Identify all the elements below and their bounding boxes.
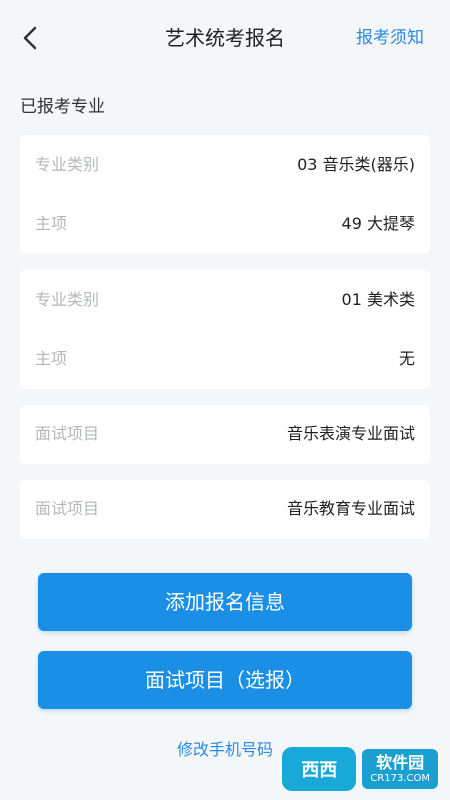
- watermark: 西西 软件园 CR173.COM: [282, 744, 438, 794]
- row-value: 01 美术类: [341, 290, 415, 309]
- row-label: 专业类别: [35, 155, 100, 174]
- row-value: 音乐表演专业面试: [286, 424, 415, 443]
- row-label: 面试项目: [35, 499, 100, 518]
- row-value: 49 大提琴: [341, 214, 415, 233]
- row-value: 音乐教育专业面试: [286, 499, 415, 518]
- main-item-row: 主项 49 大提琴: [20, 212, 430, 236]
- main-item-row: 主项 无: [20, 347, 430, 371]
- watermark-brand-name: 软件园: [376, 753, 425, 772]
- interview-card-performance: 面试项目 音乐表演专业面试: [20, 405, 430, 464]
- interview-select-button[interactable]: 面试项目（选报）: [38, 651, 412, 709]
- major-card-music: 专业类别 03 音乐类(器乐) 主项 49 大提琴: [20, 135, 430, 254]
- row-label: 专业类别: [35, 290, 100, 309]
- row-value: 无: [398, 349, 415, 368]
- section-title: 已报考专业: [20, 97, 105, 117]
- row-label: 主项: [35, 349, 68, 368]
- notice-link[interactable]: 报考须知: [356, 26, 424, 50]
- row-label: 面试项目: [35, 424, 100, 443]
- major-category-row: 专业类别 01 美术类: [20, 288, 430, 312]
- major-card-art: 专业类别 01 美术类 主项 无: [20, 270, 430, 389]
- interview-item-row: 面试项目 音乐教育专业面试: [20, 497, 430, 521]
- row-value: 03 音乐类(器乐): [297, 155, 415, 174]
- major-category-row: 专业类别 03 音乐类(器乐): [20, 153, 430, 177]
- add-registration-button[interactable]: 添加报名信息: [38, 573, 412, 631]
- row-label: 主项: [35, 214, 68, 233]
- watermark-logo: 西西: [282, 747, 357, 791]
- interview-item-row: 面试项目 音乐表演专业面试: [20, 422, 430, 446]
- interview-card-education: 面试项目 音乐教育专业面试: [20, 480, 430, 539]
- watermark-brand: 软件园 CR173.COM: [362, 749, 438, 789]
- app-header: 艺术统考报名 报考须知: [0, 0, 450, 76]
- watermark-site: CR173.COM: [370, 773, 430, 784]
